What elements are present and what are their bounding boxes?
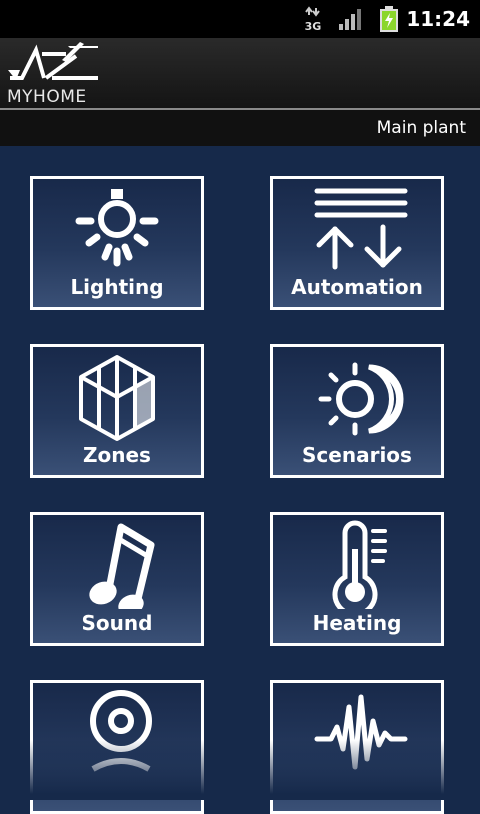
lighting-label: Lighting <box>70 275 164 299</box>
status-time: 11:24 <box>406 7 470 31</box>
music-note-icon <box>89 523 155 609</box>
cube-zones-icon <box>79 355 155 441</box>
light-bulb-icon <box>75 189 159 267</box>
logo-text: MYHOME <box>7 87 87 107</box>
plant-name[interactable]: Main plant <box>377 118 466 138</box>
zones-label: Zones <box>83 443 151 467</box>
sound-tile[interactable]: Sound <box>30 512 204 646</box>
signal-icon <box>339 9 361 30</box>
lighting-tile[interactable]: Lighting <box>30 176 204 310</box>
automation-label: Automation <box>291 275 423 299</box>
app-header: MYHOME <box>0 38 480 110</box>
shutter-arrows-icon <box>314 188 408 270</box>
scenarios-label: Scenarios <box>302 443 412 467</box>
thermometer-icon <box>332 520 387 609</box>
automation-tile[interactable]: Automation <box>270 176 444 310</box>
bottom-fade <box>0 740 480 800</box>
zones-tile[interactable]: Zones <box>30 344 204 478</box>
battery-charging-icon <box>380 6 398 32</box>
heating-tile[interactable]: Heating <box>270 512 444 646</box>
plant-bar: Main plant <box>0 110 480 146</box>
network-label: 3G <box>305 20 322 32</box>
status-bar: 3G 11:24 <box>0 0 480 38</box>
sound-label: Sound <box>81 611 153 635</box>
scenarios-tile[interactable]: Scenarios <box>270 344 444 478</box>
sun-moon-icon <box>318 362 404 436</box>
heating-label: Heating <box>312 611 402 635</box>
3g-icon: 3G <box>305 6 322 32</box>
